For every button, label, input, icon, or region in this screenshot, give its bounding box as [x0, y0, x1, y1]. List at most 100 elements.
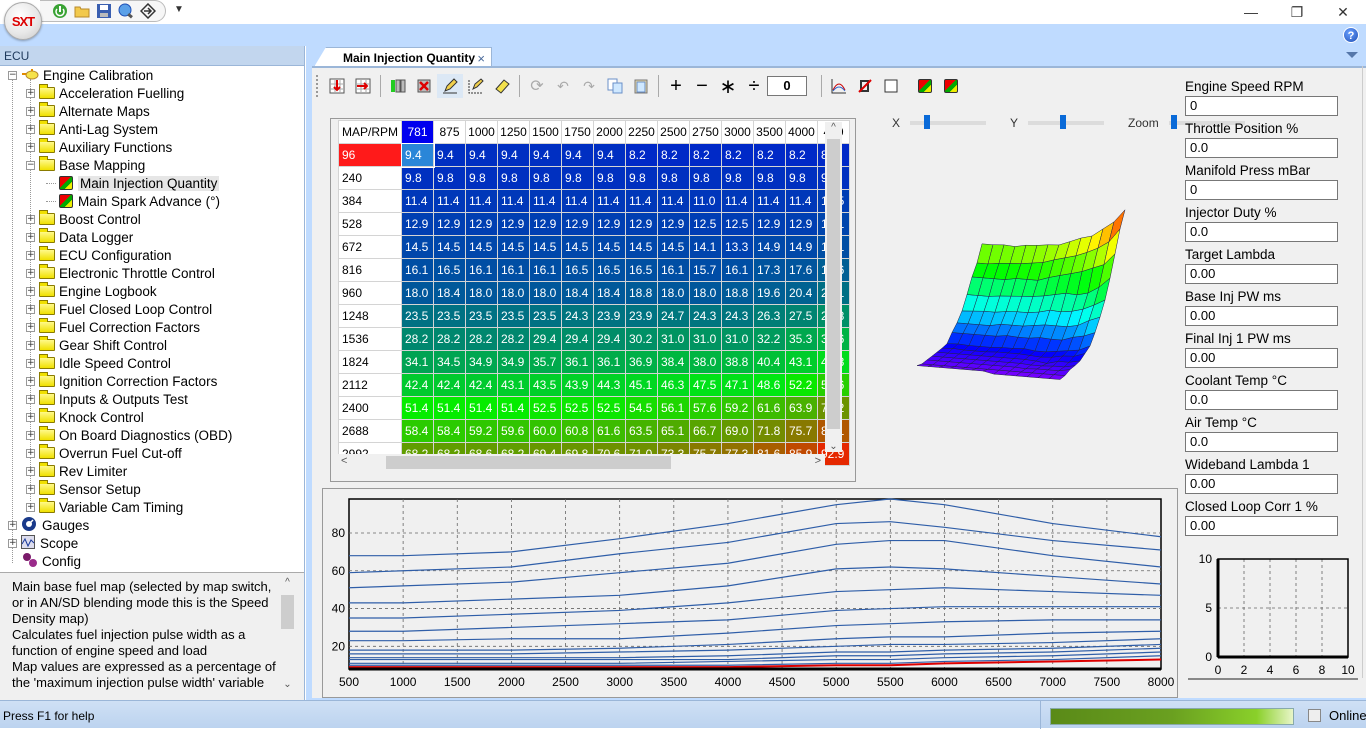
map-cell[interactable]: 24.7 [657, 304, 690, 328]
map-cell[interactable]: 9.8 [721, 166, 754, 190]
map-cell[interactable]: 11.4 [497, 189, 530, 213]
map-cell[interactable]: 18.8 [721, 281, 754, 305]
map-row-header[interactable]: 384 [338, 189, 402, 213]
customize-qat-icon[interactable]: ▼ [174, 4, 184, 15]
map-cell[interactable]: 11.4 [721, 189, 754, 213]
map-cell[interactable]: 12.9 [529, 212, 562, 236]
map-cell[interactable]: 43.5 [529, 373, 562, 397]
tree-item-gear-shift-control[interactable]: + Gear Shift Control [26, 336, 167, 354]
map-cell[interactable]: 28.2 [497, 327, 530, 351]
tree-item-idle-speed-control[interactable]: + Idle Speed Control [26, 354, 171, 372]
map-cell[interactable]: 16.1 [529, 258, 562, 282]
slider-thumb[interactable] [924, 115, 931, 129]
insert-row-icon[interactable] [324, 74, 350, 98]
map-row-header[interactable]: 2400 [338, 396, 402, 420]
map-cell[interactable]: 63.5 [625, 419, 658, 443]
map-cell[interactable]: 23.9 [593, 304, 626, 328]
tree-item-data-logger[interactable]: + Data Logger [26, 228, 133, 246]
map-cell[interactable]: 18.4 [561, 281, 594, 305]
map-cell[interactable]: 8.2 [657, 143, 690, 167]
map-cell[interactable]: 31.0 [721, 327, 754, 351]
map-cell[interactable]: 48.6 [753, 373, 786, 397]
tree-item-ignition-correction-factors[interactable]: + Ignition Correction Factors [26, 372, 217, 390]
map-cell[interactable]: 29.4 [593, 327, 626, 351]
tree-item-boost-control[interactable]: + Boost Control [26, 210, 141, 228]
expand-icon[interactable]: + [26, 430, 35, 440]
map-cell[interactable]: 34.5 [433, 350, 466, 374]
map-cell[interactable]: 47.5 [689, 373, 722, 397]
restore-button[interactable]: ❐ [1274, 0, 1320, 24]
map-cell[interactable]: 58.4 [401, 419, 434, 443]
map-cell[interactable]: 17.3 [753, 258, 786, 282]
rpm-column-header[interactable]: 3000 [721, 120, 754, 144]
rpm-column-header[interactable]: 4000 [785, 120, 818, 144]
expand-icon[interactable]: + [26, 286, 35, 296]
map-cell[interactable]: 47.1 [721, 373, 754, 397]
map-cell[interactable]: 18.0 [401, 281, 434, 305]
map-cell[interactable]: 31.0 [689, 327, 722, 351]
map-cell[interactable]: 9.4 [433, 143, 466, 167]
map-cell[interactable]: 9.8 [753, 166, 786, 190]
paste-icon[interactable] [628, 74, 654, 98]
map-cell[interactable]: 18.8 [625, 281, 658, 305]
map-row-header[interactable]: 240 [338, 166, 402, 190]
search-connect-icon[interactable] [118, 3, 134, 19]
rpm-column-header[interactable]: 2250 [625, 120, 658, 144]
minimize-button[interactable]: — [1228, 0, 1274, 24]
expand-icon[interactable]: + [26, 322, 35, 332]
online-toggle[interactable]: Online [1308, 708, 1366, 723]
map-cell[interactable]: 12.9 [433, 212, 466, 236]
map-cell[interactable]: 57.6 [689, 396, 722, 420]
map-cell[interactable]: 16.1 [497, 258, 530, 282]
map-cell[interactable]: 9.8 [785, 166, 818, 190]
map-cell[interactable]: 16.1 [401, 258, 434, 282]
tree-item-fuel-correction-factors[interactable]: + Fuel Correction Factors [26, 318, 200, 336]
map-cell[interactable]: 38.0 [689, 350, 722, 374]
map-cell[interactable]: 60.8 [561, 419, 594, 443]
map-cell[interactable]: 11.4 [401, 189, 434, 213]
open-folder-icon[interactable] [74, 3, 90, 19]
map-cell[interactable]: 34.9 [497, 350, 530, 374]
map-cell[interactable]: 14.9 [753, 235, 786, 259]
map-cell[interactable]: 51.4 [465, 396, 498, 420]
slider-thumb[interactable] [1059, 115, 1066, 129]
map-cell[interactable]: 8.2 [785, 143, 818, 167]
expand-icon[interactable]: + [26, 502, 35, 512]
map-cell[interactable]: 16.5 [593, 258, 626, 282]
rpm-column-header[interactable]: 3500 [753, 120, 786, 144]
expand-icon[interactable]: + [26, 214, 35, 224]
map-cell[interactable]: 36.1 [593, 350, 626, 374]
map-cell[interactable]: 34.9 [465, 350, 498, 374]
tree-item-overrun-fuel-cut-off[interactable]: + Overrun Fuel Cut-off [26, 444, 182, 462]
map-row-header[interactable]: 816 [338, 258, 402, 282]
map-cell[interactable]: 16.1 [465, 258, 498, 282]
map-row-header[interactable]: 960 [338, 281, 402, 305]
table-vertical-scrollbar[interactable]: ^ ⌄ [825, 122, 842, 452]
map-cell[interactable]: 24.3 [721, 304, 754, 328]
map-cell[interactable]: 16.1 [657, 258, 690, 282]
map-cell[interactable]: 52.5 [593, 396, 626, 420]
map-cell[interactable]: 9.8 [561, 166, 594, 190]
map-cell[interactable]: 29.4 [529, 327, 562, 351]
map-cell[interactable]: 36.1 [561, 350, 594, 374]
map-cell[interactable]: 9.8 [593, 166, 626, 190]
map-cell[interactable]: 12.9 [401, 212, 434, 236]
map-cell[interactable]: 9.8 [657, 166, 690, 190]
map-cell[interactable]: 60.0 [529, 419, 562, 443]
close-tab-icon[interactable]: × [477, 51, 485, 66]
map-cell[interactable]: 23.5 [433, 304, 466, 328]
map-cell[interactable]: 69.0 [721, 419, 754, 443]
map-cell[interactable]: 26.3 [753, 304, 786, 328]
map-cell[interactable]: 12.5 [689, 212, 722, 236]
tree-item-scope[interactable]: + Scope [8, 534, 78, 552]
map-cell[interactable]: 9.8 [433, 166, 466, 190]
map-cell[interactable]: 9.8 [689, 166, 722, 190]
tree-item-alternate-maps[interactable]: + Alternate Maps [26, 102, 150, 120]
map-cell[interactable]: 42.4 [433, 373, 466, 397]
map-row-header[interactable]: 2112 [338, 373, 402, 397]
map-cell[interactable]: 23.5 [529, 304, 562, 328]
map-cell[interactable]: 12.9 [497, 212, 530, 236]
map-cell[interactable]: 12.9 [785, 212, 818, 236]
expand-icon[interactable]: + [26, 448, 35, 458]
expand-icon[interactable]: + [26, 412, 35, 422]
